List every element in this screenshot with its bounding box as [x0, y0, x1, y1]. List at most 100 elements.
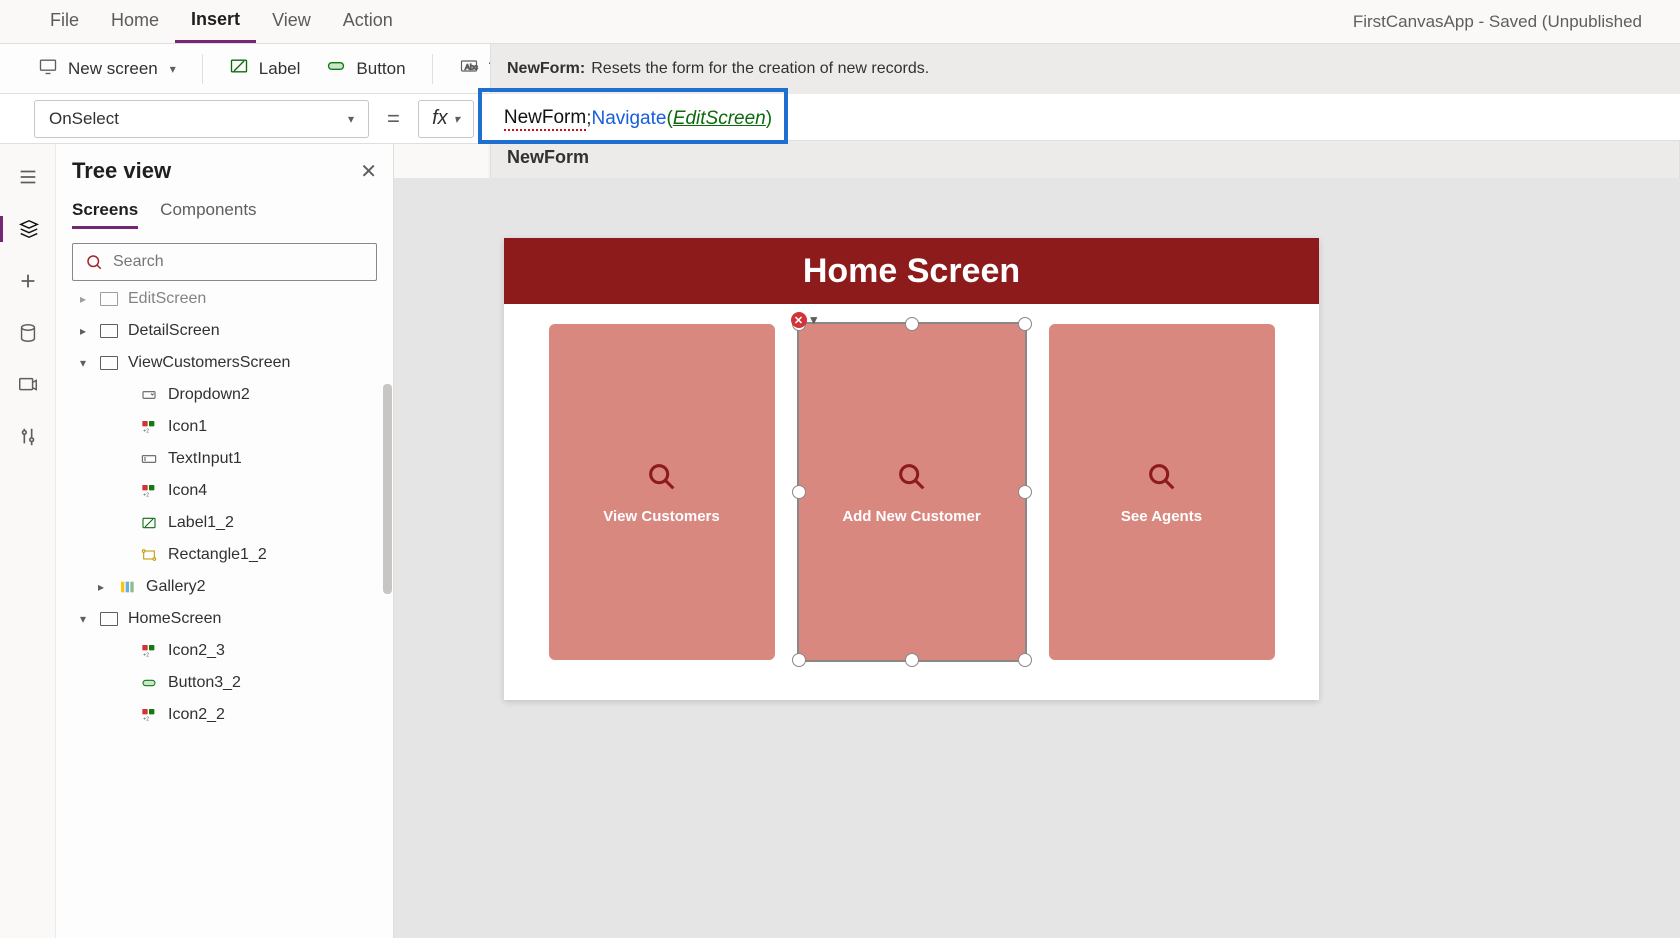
resize-handle[interactable] [1018, 317, 1032, 331]
formula-newform: NewForm [504, 107, 586, 131]
search-box[interactable] [72, 243, 377, 281]
screen-icon [100, 356, 118, 370]
menu-view[interactable]: View [256, 2, 327, 41]
search-input[interactable] [113, 253, 364, 271]
media-icon[interactable] [15, 372, 41, 398]
tree-item-rectangle1_2[interactable]: Rectangle1_2 [72, 539, 377, 571]
hamburger-icon[interactable] [15, 164, 41, 190]
label-text: Label [259, 59, 301, 79]
tree-item-editscreen[interactable]: ▸EditScreen [72, 283, 377, 315]
property-value: OnSelect [49, 109, 119, 129]
equals-sign: = [387, 106, 400, 132]
property-select[interactable]: OnSelect ▾ [34, 100, 369, 138]
resize-handle[interactable] [905, 653, 919, 667]
app-title: FirstCanvasApp - Saved (Unpublished [1353, 12, 1646, 32]
label-button[interactable]: Label [219, 50, 311, 87]
resize-handle[interactable] [792, 485, 806, 499]
chevron-down-icon: ▾ [454, 112, 460, 126]
menu-file[interactable]: File [34, 2, 95, 41]
label-icon [140, 515, 158, 531]
chevron-down-icon: ▾ [348, 112, 354, 126]
fx-button[interactable]: fx ▾ [418, 100, 474, 138]
tree-item-icon4[interactable]: +2 Icon4 [72, 475, 377, 507]
search-icon [645, 460, 679, 494]
menu-insert[interactable]: Insert [175, 1, 256, 43]
button-text: Button [356, 59, 405, 79]
tree-item-viewcustomersscreen[interactable]: ▾ViewCustomersScreen [72, 347, 377, 379]
tree-item-label: Icon1 [168, 418, 207, 436]
tree-list: ▸EditScreen▸DetailScreen▾ViewCustomersSc… [72, 283, 377, 731]
search-icon [85, 253, 103, 271]
tree-item-label1_2[interactable]: Label1_2 [72, 507, 377, 539]
svg-text:Abc: Abc [464, 62, 477, 71]
scrollbar-thumb[interactable] [383, 384, 392, 594]
svg-text:+2: +2 [143, 492, 149, 498]
tree-item-icon1[interactable]: +2 Icon1 [72, 411, 377, 443]
gallery-icon [118, 579, 136, 595]
icon-icon: +2 [140, 643, 158, 659]
error-badge-icon[interactable]: ✕ [791, 312, 807, 328]
resize-handle[interactable] [792, 653, 806, 667]
tree-item-label: Label1_2 [168, 514, 234, 532]
tree-item-icon2_2[interactable]: +2Icon2_2 [72, 699, 377, 731]
button-button[interactable]: Button [316, 50, 415, 87]
card-view-customers[interactable]: View Customers [549, 324, 775, 660]
svg-text:+2: +2 [143, 652, 149, 658]
close-icon[interactable]: ✕ [360, 159, 377, 184]
data-icon[interactable] [15, 320, 41, 346]
resize-handle[interactable] [905, 317, 919, 331]
tree-item-dropdown2[interactable]: Dropdown2 [72, 379, 377, 411]
screen-icon [100, 324, 118, 338]
new-screen-icon [38, 56, 58, 81]
new-screen-button[interactable]: New screen ▾ [28, 50, 186, 87]
search-icon [895, 460, 929, 494]
card-see-agents[interactable]: See Agents [1049, 324, 1275, 660]
tree-item-label: DetailScreen [128, 322, 220, 340]
formula-tooltip: NewForm: Resets the form for the creatio… [490, 44, 1680, 94]
caret-icon: ▸ [76, 292, 90, 306]
tree-item-label: TextInput1 [168, 450, 242, 468]
icon-icon: +2 [140, 483, 158, 499]
tooltip-head: NewForm: [507, 60, 585, 78]
formula-bar[interactable]: NewForm;Navigate(EditScreen) [492, 100, 1646, 138]
icon-icon: +2 [140, 419, 158, 435]
insert-icon[interactable] [15, 268, 41, 294]
tab-screens[interactable]: Screens [72, 200, 138, 229]
menu-home[interactable]: Home [95, 2, 175, 41]
tree-item-homescreen[interactable]: ▾HomeScreen [72, 603, 377, 635]
formula-rparen: ) [766, 108, 772, 130]
tree-item-label: Rectangle1_2 [168, 546, 267, 564]
tree-view-icon[interactable] [0, 216, 56, 242]
formula-navigate: Navigate [591, 108, 666, 130]
tree-item-icon2_3[interactable]: +2Icon2_3 [72, 635, 377, 667]
search-icon [1145, 460, 1179, 494]
tree-item-gallery2[interactable]: ▸Gallery2 [72, 571, 377, 603]
card-label: View Customers [603, 508, 719, 525]
card-label: Add New Customer [842, 508, 980, 525]
tree-item-label: Icon4 [168, 482, 207, 500]
property-row: OnSelect ▾ = fx ▾ NewForm;Navigate(EditS… [0, 94, 1680, 144]
screen-header: Home Screen [504, 238, 1319, 304]
tree-item-detailscreen[interactable]: ▸DetailScreen [72, 315, 377, 347]
tab-components[interactable]: Components [160, 200, 256, 229]
button-icon [140, 675, 158, 691]
tree-item-textinput1[interactable]: TextInput1 [72, 443, 377, 475]
textinput-icon [140, 451, 158, 467]
resize-handle[interactable] [1018, 485, 1032, 499]
settings-icon[interactable] [15, 424, 41, 450]
card-add-new-customer[interactable]: Add New Customer✕▾ [799, 324, 1025, 660]
resize-handle[interactable] [1018, 653, 1032, 667]
tooltip-body: Resets the form for the creation of new … [591, 60, 929, 78]
chevron-down-icon[interactable]: ▾ [811, 312, 818, 328]
fx-label: fx [432, 107, 448, 130]
caret-icon: ▾ [76, 612, 90, 626]
canvas-area: Home Screen View Customers Add New Custom… [394, 178, 1680, 938]
app-preview[interactable]: Home Screen View Customers Add New Custom… [504, 238, 1319, 700]
divider [202, 54, 203, 84]
tree-panel: Tree view ✕ Screens Components ▸EditScre… [56, 144, 394, 938]
intellisense-popup[interactable]: NewForm [490, 140, 1680, 179]
tree-item-button3_2[interactable]: Button3_2 [72, 667, 377, 699]
formula-editscreen: EditScreen [673, 108, 766, 130]
menu-action[interactable]: Action [327, 2, 409, 41]
caret-icon: ▸ [94, 580, 108, 594]
